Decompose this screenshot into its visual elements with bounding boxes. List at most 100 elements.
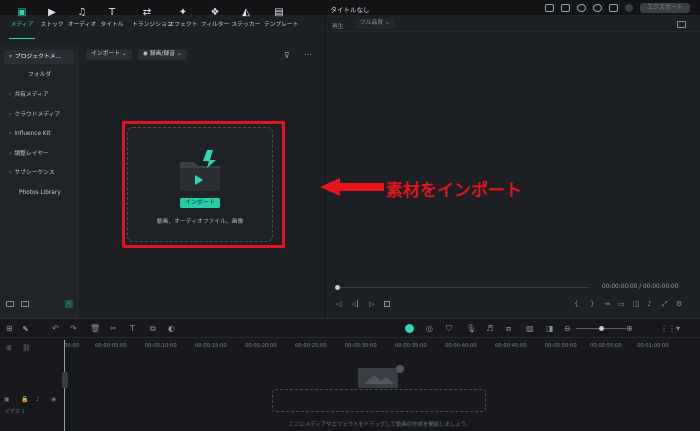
microphone-icon[interactable]: 🎙 <box>466 324 476 333</box>
shield-icon[interactable]: ⛉ <box>446 324 452 334</box>
zoom-out-icon[interactable]: ⊖ <box>564 324 571 333</box>
folder-icon[interactable] <box>21 301 29 307</box>
chevron-down-icon: ⌄ <box>121 51 127 57</box>
cut-icon[interactable]: ✂ <box>110 324 117 333</box>
more-options-icon[interactable]: ⋯ <box>304 50 312 59</box>
fullscreen-icon[interactable]: ⤢ <box>662 300 668 309</box>
template-icon: ▤ <box>274 7 284 18</box>
sidebar-item-shared-media[interactable]: › 共有メディア <box>4 88 74 102</box>
ruler-tick: 00:00:35:00 <box>395 343 427 349</box>
camera-icon[interactable]: ◫ <box>633 300 640 308</box>
undo-icon[interactable]: ↶ <box>52 324 59 333</box>
render-icon[interactable]: ◎ <box>426 324 433 333</box>
audio-meter-icon[interactable]: ♪ <box>647 300 651 308</box>
snapshot-icon[interactable] <box>677 21 686 28</box>
select-tool-icon[interactable]: ⬉ <box>22 324 29 333</box>
step-back-icon[interactable]: ◁▏ <box>352 300 363 308</box>
sidebar-item-photos-library[interactable]: Photos Library <box>4 186 74 200</box>
import-dropdown[interactable]: インポート ⌄ <box>86 49 132 60</box>
effect-icon: ✦ <box>178 7 188 18</box>
track-camera-icon[interactable]: ▣ <box>4 396 10 403</box>
track-lock-icon[interactable]: 🔒 <box>21 396 28 403</box>
image-icon[interactable]: ▨ <box>526 324 534 333</box>
gift-icon[interactable] <box>609 4 618 12</box>
sticker-icon: ◭ <box>242 7 250 18</box>
fit-icon[interactable]: ⇥ <box>604 300 610 308</box>
headset-icon[interactable] <box>593 4 602 12</box>
ruler-tick: 00:00:05:00 <box>95 343 127 349</box>
tab-filter[interactable]: ❖ フィルター <box>200 5 230 39</box>
more-menu-icon[interactable]: ▾ <box>676 324 680 333</box>
monitor-icon[interactable]: ▭ <box>618 300 625 308</box>
play-mode-label[interactable]: 再生 <box>332 21 344 30</box>
text-icon[interactable]: T <box>130 324 135 333</box>
sidebar-item-folder[interactable]: フォルダ <box>4 68 74 82</box>
ruler-tick: 00:00 <box>64 343 79 349</box>
save-icon[interactable] <box>561 4 570 12</box>
sidebar-item-influence-kit[interactable]: › Influence Kit <box>4 127 74 141</box>
record-icon: ◉ <box>143 51 149 57</box>
mark-in-icon[interactable]: { <box>574 300 578 308</box>
tab-stock[interactable]: ▶ ストック <box>37 5 67 39</box>
tab-audio[interactable]: ♫ オーディオ <box>67 5 97 39</box>
tab-media[interactable]: ▣ メディア <box>7 5 37 39</box>
prev-frame-icon[interactable]: ◁ <box>336 300 341 308</box>
track-audio-icon[interactable]: ♪ <box>36 396 40 403</box>
track-handle[interactable] <box>62 372 68 388</box>
chevron-right-icon: › <box>9 151 12 157</box>
avatar[interactable] <box>625 4 633 12</box>
record-dropdown[interactable]: ◉ 録画/録音 ⌄ <box>138 49 187 60</box>
filter-icon: ❖ <box>210 7 220 18</box>
timeline-drop-zone[interactable] <box>272 389 486 412</box>
chevron-right-icon: › <box>9 131 12 137</box>
play-icon[interactable]: ▷ <box>369 300 374 308</box>
layout-grid-icon[interactable]: ⊞ <box>6 324 13 333</box>
tab-sticker[interactable]: ◭ ステッカー <box>231 5 261 39</box>
sidebar-item-subsequence[interactable]: › サブシーケンス <box>4 166 74 180</box>
tab-transition[interactable]: ⇄ トランジション <box>132 5 173 39</box>
sidebar-item-adjustment-layer[interactable]: › 調整レイヤー <box>4 147 74 161</box>
collapse-panel-icon[interactable]: ‹ <box>65 300 73 308</box>
color-icon[interactable]: ◐ <box>168 324 175 333</box>
stock-icon: ▶ <box>48 7 56 18</box>
columns-icon[interactable]: ⋮⋮ <box>660 324 676 333</box>
export-button[interactable]: エクスポート <box>640 3 690 13</box>
new-folder-icon[interactable] <box>6 301 14 307</box>
split-icon[interactable]: ⧈ <box>506 324 511 334</box>
stop-icon[interactable] <box>384 301 390 307</box>
scrubber-handle[interactable] <box>335 285 340 290</box>
annotation-label: 素材をインポート <box>386 181 522 201</box>
redo-icon[interactable]: ↷ <box>70 324 77 333</box>
chevron-right-icon: › <box>9 92 12 98</box>
mark-out-icon[interactable]: } <box>590 300 594 308</box>
tab-template[interactable]: ▤ テンプレート <box>264 5 299 39</box>
zoom-in-icon[interactable]: ⊕ <box>626 324 633 333</box>
sidebar-item-project-media[interactable]: ▾ プロジェクトメ... <box>4 50 74 64</box>
add-track-icon[interactable]: ⊞ <box>6 344 12 352</box>
zoom-slider-handle[interactable] <box>599 326 604 331</box>
ai-tool-icon[interactable] <box>405 324 414 333</box>
tab-title[interactable]: T タイトル <box>97 5 127 39</box>
chevron-down-icon: ⌄ <box>176 51 182 57</box>
voice-icon[interactable]: ♬ <box>486 324 493 333</box>
filter-sort-icon[interactable]: ⊽ <box>284 51 290 60</box>
quality-dropdown[interactable]: フル品質 ⌄ <box>355 18 395 29</box>
layout-icon[interactable] <box>545 4 554 12</box>
marker-icon[interactable]: ◨ <box>546 324 554 333</box>
tab-effect[interactable]: ✦ エフェクト <box>168 5 198 39</box>
track-visibility-icon[interactable]: ◉ <box>51 396 56 403</box>
link-icon[interactable]: ⛓ <box>22 344 31 352</box>
sidebar <box>0 46 78 318</box>
sidebar-item-cloud-media[interactable]: › クラウドメディア <box>4 108 74 122</box>
settings-icon[interactable]: ⚙ <box>676 300 682 308</box>
ruler-tick: 00:00:40:00 <box>445 343 477 349</box>
chevron-right-icon: › <box>9 112 12 118</box>
crop-icon[interactable]: ⧉ <box>150 324 156 334</box>
preview-scrubber[interactable] <box>337 287 589 288</box>
chevron-right-icon: › <box>9 170 12 176</box>
track-label: ビデオ 1 <box>5 409 25 415</box>
ruler-tick: 00:00:25:00 <box>295 343 327 349</box>
ruler-tick: 00:00:55:00 <box>590 343 622 349</box>
cloud-icon[interactable] <box>577 4 586 12</box>
delete-icon[interactable]: 🗑 <box>90 324 100 333</box>
